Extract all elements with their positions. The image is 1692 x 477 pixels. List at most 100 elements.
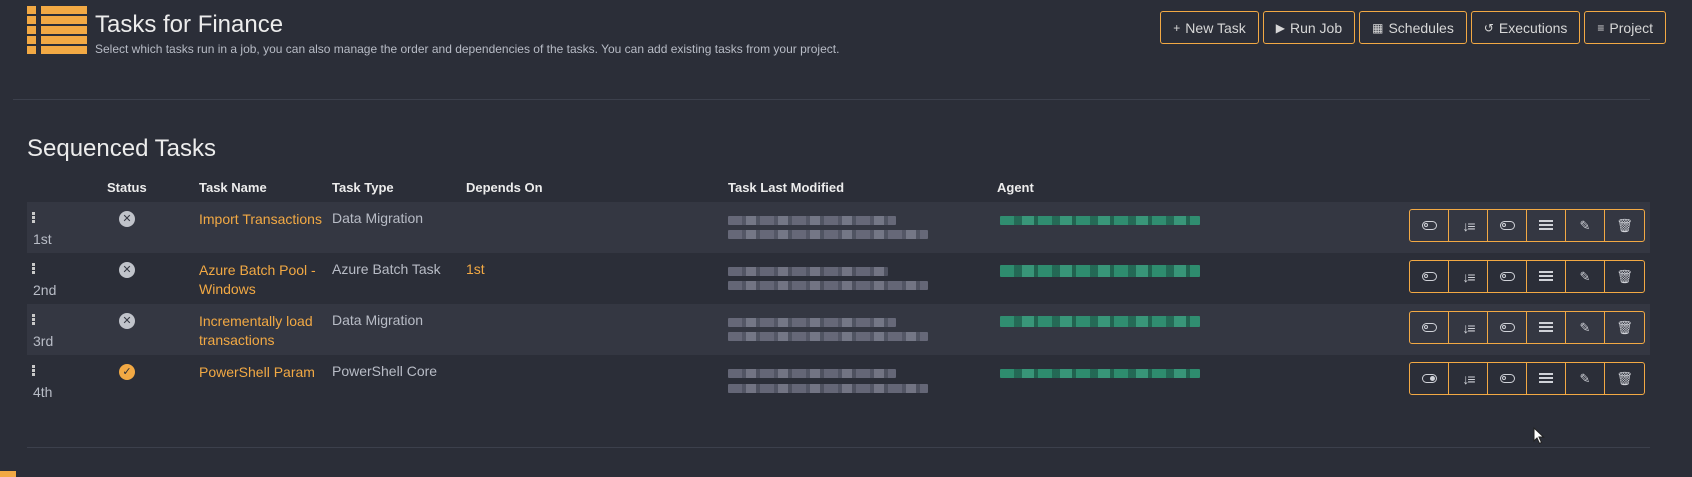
new-task-button[interactable]: + New Task	[1160, 11, 1259, 44]
details-button[interactable]	[1527, 312, 1566, 343]
mouse-cursor-icon	[1533, 427, 1545, 445]
task-type: Data Migration	[332, 312, 424, 328]
delete-button[interactable]: 🗑	[1605, 210, 1644, 241]
agent-redacted	[1000, 369, 1200, 378]
last-modified-redacted	[728, 216, 896, 225]
drag-handle-icon[interactable]	[32, 314, 36, 326]
toggle-off-icon	[1421, 272, 1437, 281]
page-title: Tasks for Finance	[95, 11, 284, 38]
play-circle-icon: ▶	[1275, 20, 1285, 35]
edit-icon: ✎	[1579, 370, 1591, 386]
project-button[interactable]: ≡ Project	[1584, 11, 1666, 44]
column-header-agent: Agent	[997, 180, 1034, 195]
sort-button[interactable]: ↓≡	[1449, 363, 1488, 394]
enable-toggle-button[interactable]	[1410, 363, 1449, 394]
details-button[interactable]	[1527, 261, 1566, 292]
table-row: 1st ✕ Import Transactions Data Migration…	[27, 202, 1650, 253]
trash-icon: 🗑	[1616, 319, 1633, 335]
schedules-button[interactable]: ▦ Schedules	[1359, 11, 1467, 44]
header-divider	[13, 99, 1650, 100]
details-button[interactable]	[1527, 210, 1566, 241]
delete-button[interactable]: 🗑	[1605, 363, 1644, 394]
delete-button[interactable]: 🗑	[1605, 261, 1644, 292]
details-button[interactable]	[1527, 363, 1566, 394]
list-icon	[1539, 271, 1553, 282]
drag-handle-icon[interactable]	[32, 263, 36, 275]
section-title: Sequenced Tasks	[27, 135, 217, 162]
sort-button[interactable]: ↓≡	[1449, 312, 1488, 343]
sort-button[interactable]: ↓≡	[1449, 261, 1488, 292]
trash-icon: 🗑	[1616, 268, 1633, 284]
sort-button[interactable]: ↓≡	[1449, 210, 1488, 241]
drag-handle-icon[interactable]	[32, 212, 36, 224]
sort-icon: ↓≡	[1462, 319, 1475, 336]
depends-on[interactable]: 1st	[466, 261, 485, 277]
enable-toggle-button[interactable]	[1410, 312, 1449, 343]
dependency-toggle-button[interactable]	[1488, 312, 1527, 343]
last-modified-redacted	[728, 267, 888, 276]
column-header-task-type: Task Type	[332, 180, 394, 195]
plus-icon: +	[1173, 20, 1181, 35]
schedules-label: Schedules	[1388, 19, 1454, 36]
run-job-label: Run Job	[1289, 19, 1343, 36]
task-name-link[interactable]: PowerShell Param	[199, 363, 324, 382]
edit-button[interactable]: ✎	[1566, 312, 1605, 343]
trash-icon: 🗑	[1616, 370, 1633, 386]
agent-redacted	[1000, 265, 1200, 277]
executions-button[interactable]: ↺ Executions	[1470, 11, 1581, 44]
row-actions: ↓≡ ✎ 🗑	[1409, 260, 1645, 293]
task-name-link[interactable]: Incrementally load transactions	[199, 312, 324, 350]
dependency-toggle-button[interactable]	[1488, 261, 1527, 292]
drag-handle-icon[interactable]	[32, 365, 36, 377]
executions-label: Executions	[1498, 19, 1568, 36]
row-actions: ↓≡ ✎ 🗑	[1409, 362, 1645, 395]
column-header-status: Status	[107, 180, 147, 195]
toggle-on-icon	[1421, 374, 1437, 383]
last-modified-redacted	[728, 318, 896, 327]
last-modified-redacted	[728, 230, 928, 239]
list-icon	[1539, 220, 1553, 231]
task-order: 4th	[33, 384, 53, 400]
link-icon	[1499, 323, 1515, 332]
delete-button[interactable]: 🗑	[1605, 312, 1644, 343]
toggle-off-icon	[1421, 323, 1437, 332]
edit-icon: ✎	[1579, 268, 1591, 284]
column-header-last-modified: Task Last Modified	[728, 180, 845, 195]
sort-icon: ↓≡	[1462, 370, 1475, 387]
last-modified-redacted	[728, 369, 896, 378]
history-icon: ↺	[1483, 20, 1494, 35]
new-task-label: New Task	[1185, 19, 1246, 36]
task-type: Azure Batch Task	[332, 261, 441, 277]
dependency-toggle-button[interactable]	[1488, 210, 1527, 241]
last-modified-redacted	[728, 332, 928, 341]
task-name-link[interactable]: Azure Batch Pool - Windows	[199, 261, 324, 299]
task-name-link[interactable]: Import Transactions	[199, 210, 324, 229]
task-order: 1st	[33, 231, 52, 247]
row-actions: ↓≡ ✎ 🗑	[1409, 311, 1645, 344]
page-subtitle: Select which tasks run in a job, you can…	[95, 42, 840, 56]
column-header-task-name: Task Name	[199, 180, 267, 195]
status-failed-icon: ✕	[119, 262, 135, 278]
dependency-toggle-button[interactable]	[1488, 363, 1527, 394]
edit-button[interactable]: ✎	[1566, 210, 1605, 241]
enable-toggle-button[interactable]	[1410, 261, 1449, 292]
link-icon	[1499, 374, 1515, 383]
link-icon	[1499, 272, 1515, 281]
accent-corner-mark	[0, 471, 16, 477]
edit-icon: ✎	[1579, 217, 1591, 233]
enable-toggle-button[interactable]	[1410, 210, 1449, 241]
table-row: 4th ✓ PowerShell Param PowerShell Core ↓…	[27, 355, 1650, 406]
bars-icon: ≡	[1597, 20, 1605, 35]
list-icon	[27, 6, 87, 54]
task-type: Data Migration	[332, 210, 424, 226]
last-modified-redacted	[728, 384, 928, 393]
row-actions: ↓≡ ✎ 🗑	[1409, 209, 1645, 242]
link-icon	[1499, 221, 1515, 230]
section-divider	[27, 447, 1650, 448]
task-order: 3rd	[33, 333, 54, 349]
sort-icon: ↓≡	[1462, 268, 1475, 285]
trash-icon: 🗑	[1616, 217, 1633, 233]
edit-button[interactable]: ✎	[1566, 363, 1605, 394]
run-job-button[interactable]: ▶ Run Job	[1262, 11, 1356, 44]
edit-button[interactable]: ✎	[1566, 261, 1605, 292]
